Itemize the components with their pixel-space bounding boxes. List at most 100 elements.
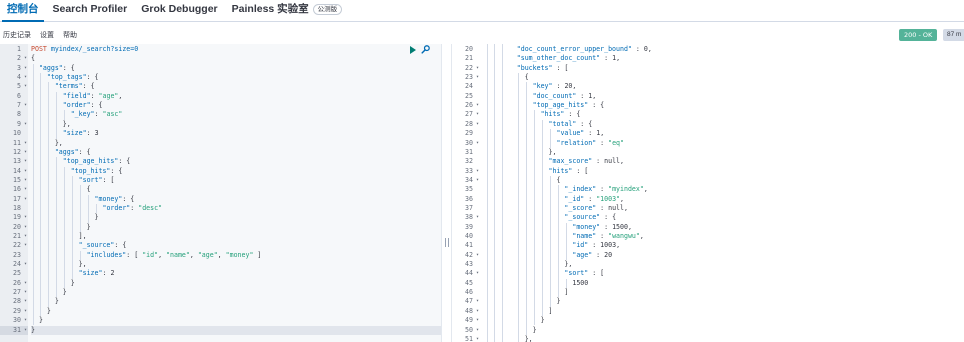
line-number: 7 ▾ [17,101,27,110]
fold-toggle-icon[interactable]: ▾ [24,279,27,288]
fold-toggle-icon[interactable]: ▾ [476,316,479,325]
fold-toggle-icon[interactable]: ▾ [24,82,27,91]
fold-toggle-icon[interactable]: ▾ [476,335,479,342]
line-number: 33 ▾ [465,166,479,176]
line-number: 19 ▾ [13,213,27,222]
history-link[interactable]: 历史记录 [3,30,31,40]
tab-grok-debugger-label: Grok Debugger [141,3,218,15]
fold-toggle-icon[interactable]: ▾ [476,176,479,185]
fold-toggle-icon[interactable]: ▾ [24,297,27,306]
help-link[interactable]: 帮助 [63,30,77,40]
request-editor[interactable]: 1 2 ▾ 3 ▾ 4 ▾ 5 ▾ 6 7 ▾ 8 9 ▾ 10 11 ▾ 12 ▾ 13 ▾ 14 ▾ 15 ▾ 16 ▾ 17 ▾ 18… [0,44,441,342]
code-line: "field": "age", [62,91,123,100]
line-number: 26 ▾ [465,101,479,110]
response-code: "doc_count_error_upper_bound" : 0, "sum_… [485,44,964,342]
fold-toggle-icon[interactable]: ▾ [476,120,479,129]
fold-toggle-icon[interactable]: ▾ [476,110,479,119]
tab-painless-lab[interactable]: Painless 实验室 公测版 [225,0,350,21]
fold-toggle-icon[interactable]: ▾ [24,54,27,63]
fold-toggle-icon[interactable]: ▾ [476,269,479,278]
tab-search-profiler[interactable]: Search Profiler [46,0,135,21]
code-line: } [31,297,59,306]
code-line: } [31,278,75,287]
line-number: 47 ▾ [465,297,479,306]
code-line: } [31,325,441,335]
fold-toggle-icon[interactable]: ▾ [24,73,27,82]
fold-toggle-icon[interactable]: ▾ [24,316,27,325]
request-gutter: 1 2 ▾ 3 ▾ 4 ▾ 5 ▾ 6 7 ▾ 8 9 ▾ 10 11 ▾ 12 ▾ 13 ▾ 14 ▾ 15 ▾ 16 ▾ 17 ▾ 18… [0,44,28,342]
fold-toggle-icon[interactable]: ▾ [24,288,27,297]
line-number: 17 ▾ [13,194,27,204]
fold-toggle-icon[interactable]: ▾ [24,185,27,194]
line-number: 31 [465,147,473,156]
fold-toggle-icon[interactable]: ▾ [476,101,479,110]
fold-toggle-icon[interactable]: ▾ [24,223,27,232]
code-line: }, [31,260,87,269]
line-number: 24 ▾ [13,260,27,269]
fold-toggle-icon[interactable]: ▾ [24,64,27,73]
console-toolbar: 历史记录 设置 帮助 200 - OK 87 m [0,28,964,44]
fold-toggle-icon[interactable]: ▾ [24,195,27,204]
indent-guide [56,91,58,139]
code-line: "hits" : { [540,110,581,119]
line-number: 20 ▾ [13,222,27,232]
pane-resizer[interactable] [441,44,452,342]
line-number: 8 [17,110,21,119]
line-number: 21 ▾ [13,232,27,241]
settings-link[interactable]: 设置 [40,30,54,40]
line-number: 31 ▾ [0,325,28,335]
fold-toggle-icon[interactable]: ▾ [476,251,479,260]
code-line: }, [31,119,71,128]
line-number: 38 ▾ [465,213,479,222]
fold-toggle-icon[interactable]: ▾ [24,307,27,316]
line-number: 18 [13,203,21,212]
indent-guide [534,110,536,326]
fold-toggle-icon[interactable]: ▾ [476,139,479,148]
fold-toggle-icon[interactable]: ▾ [24,213,27,222]
fold-toggle-icon[interactable]: ▾ [24,157,27,166]
fold-toggle-icon[interactable]: ▾ [24,167,27,176]
fold-toggle-icon[interactable]: ▾ [476,167,479,176]
request-code[interactable]: POST myindex/_search?size=0{ "aggs": { "… [31,44,441,342]
fold-toggle-icon[interactable]: ▾ [476,326,479,335]
code-line: "order": { [62,101,103,110]
indent-guide [565,278,567,289]
line-number: 32 [465,157,473,166]
tab-console[interactable]: 控制台 [0,0,46,22]
response-gutter: 20 21 22 ▾ 23 ▾ 24 25 26 ▾ 27 ▾ 28 ▾ 29 30 ▾ 31 32 33 ▾ 34 ▾ 35… [452,44,481,342]
fold-toggle-icon[interactable]: ▾ [24,232,27,241]
fold-toggle-icon[interactable]: ▾ [476,213,479,222]
wrench-icon[interactable] [421,45,430,54]
fold-toggle-icon[interactable]: ▾ [476,307,479,316]
response-viewer[interactable]: 20 21 22 ▾ 23 ▾ 24 25 26 ▾ 27 ▾ 28 ▾ 29 30 ▾ 31 32 33 ▾ 34 ▾ 35… [452,44,964,342]
fold-toggle-icon[interactable]: ▾ [476,64,479,73]
send-request-icon[interactable] [410,45,416,54]
line-number: 4 ▾ [17,73,27,82]
fold-toggle-icon[interactable]: ▾ [24,260,27,269]
fold-toggle-icon[interactable]: ▾ [24,176,27,185]
fold-toggle-icon[interactable]: ▾ [24,326,27,335]
beta-badge: 公测版 [312,4,343,15]
fold-toggle-icon[interactable]: ▾ [24,241,27,250]
fold-toggle-icon[interactable]: ▾ [476,297,479,306]
indent-guide [32,63,34,326]
indent-guide [40,73,42,317]
fold-toggle-icon[interactable]: ▾ [24,139,27,148]
fold-toggle-icon[interactable]: ▾ [24,120,27,129]
code-line: } [485,325,537,334]
request-actions [410,45,430,54]
line-number: 27 ▾ [465,110,479,119]
fold-toggle-icon[interactable]: ▾ [24,101,27,110]
console-menu: 历史记录 设置 帮助 [3,30,77,40]
code-line: { [31,54,35,63]
line-number: 39 [465,222,473,231]
code-line: "key" : 20, [532,82,577,91]
line-number: 15 ▾ [13,175,27,185]
resizer-grip-icon[interactable] [445,238,449,247]
code-line: "_score" : null, [564,203,628,212]
line-number: 16 ▾ [13,185,27,194]
fold-toggle-icon[interactable]: ▾ [24,148,27,157]
line-number: 20 [465,45,473,53]
tab-grok-debugger[interactable]: Grok Debugger [134,0,224,21]
fold-toggle-icon[interactable]: ▾ [476,73,479,82]
